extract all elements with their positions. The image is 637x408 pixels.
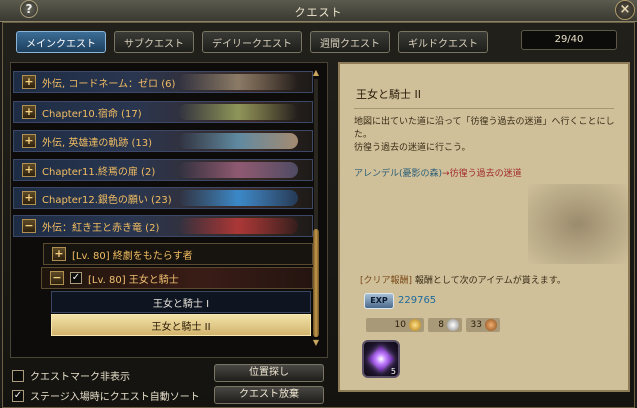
exp-icon: EXP [364,293,394,309]
subgroup-label: [Lv. 80] 終劇をもたらす者 [72,250,193,262]
silver-amount: 8 [428,318,462,332]
map-thumbnail [528,184,628,264]
auto-sort-option[interactable]: ✓ ステージ入場時にクエスト自動ソート [12,388,200,403]
description-line: 彷徨う過去の迷道に行こう。 [354,143,471,153]
tab-daily-quest[interactable]: デイリークエスト [202,31,302,53]
subgroup-label: [Lv. 80] 王女と騎士 [88,274,179,286]
abandon-quest-button[interactable]: クエスト放棄 [214,386,324,404]
exp-value: 229765 [398,295,437,306]
quest-detail-panel: 王女と騎士 II 地図に出ていた道に沿って「彷徨う過去の迷道」へ行くことにした。… [338,62,630,392]
silver-coin-icon [447,319,459,331]
expand-icon[interactable]: + [22,163,36,177]
gold-amount: 10 [366,318,424,332]
tab-sub-quest[interactable]: サブクエスト [114,31,194,53]
list-scrollbar[interactable]: ▲ ▼ [311,69,321,349]
quest-counter: 29/40 [521,30,617,50]
gold-value: 10 [394,320,406,330]
quest-list: + 外伝, コードネーム：ゼロ (6) + Chapter10.宿命 (17) … [10,62,328,358]
category-label: Chapter11.終焉の扉 (2) [42,166,156,178]
silver-value: 8 [438,320,444,330]
quest-item-selected[interactable]: 王女と騎士 II [51,314,311,336]
category-banner-art [178,74,298,90]
category-banner-art [178,104,298,120]
reward-text: 報酬として次のアイテムが貰えます。 [412,276,566,286]
copper-coin-icon [485,319,497,331]
route-from[interactable]: アレンデル(憂影の森) [354,169,442,179]
window-title-bar: ? クエスト × [0,0,637,22]
auto-sort-checkbox[interactable]: ✓ [12,389,24,402]
category-label: 外伝：紅き王と赤き竜 (2) [42,222,160,234]
expand-icon[interactable]: + [52,247,66,261]
reward-note: [クリア報酬] 報酬として次のアイテムが貰えます。 [360,273,566,286]
expand-icon[interactable]: + [22,75,36,89]
scroll-down-icon[interactable]: ▼ [311,339,321,347]
divider [354,108,614,109]
track-checkbox[interactable]: ✓ [70,272,82,284]
category-label: 外伝, コードネーム：ゼロ (6) [42,78,176,90]
category-row[interactable]: + Chapter12.銀色の願い (23) [13,187,313,209]
close-button[interactable]: × [615,0,635,20]
subgroup-row[interactable]: + [Lv. 80] 終劇をもたらす者 [43,243,313,265]
subgroup-row[interactable]: − ✓ [Lv. 80] 王女と騎士 [41,267,313,289]
tab-weekly-quest[interactable]: 週間クエスト [310,31,390,53]
tab-main-quest[interactable]: メインクエスト [16,31,106,53]
coin-reward: 10 8 33 [366,318,500,332]
gem-icon [368,346,394,372]
auto-sort-label: ステージ入場時にクエスト自動ソート [30,392,200,403]
window-title: クエスト [294,6,343,19]
route-info: アレンデル(憂影の森)→彷徨う過去の迷道 [354,166,522,179]
scroll-up-icon[interactable]: ▲ [311,69,321,77]
category-banner-art [178,133,298,149]
expand-icon[interactable]: + [22,105,36,119]
tab-guild-quest[interactable]: ギルドクエスト [398,31,488,53]
category-label: Chapter12.銀色の願い (23) [42,194,172,206]
copper-amount: 33 [466,318,500,332]
gold-coin-icon [409,319,421,331]
scroll-track[interactable] [313,79,319,337]
detail-title: 王女と騎士 II [356,88,421,101]
expand-icon[interactable]: + [22,134,36,148]
quest-item[interactable]: 王女と騎士 I [51,291,311,313]
hide-quest-mark-option[interactable]: クエストマーク非表示 [12,368,130,383]
category-banner-art [178,162,298,178]
category-row[interactable]: + Chapter11.終焉の扉 (2) [13,159,313,181]
collapse-icon[interactable]: − [50,271,64,285]
category-row[interactable]: + 外伝, 英雄達の軌跡 (13) [13,130,313,152]
route-to[interactable]: 彷徨う過去の迷道 [450,169,522,179]
category-label: Chapter10.宿命 (17) [42,108,142,120]
hide-quest-mark-label: クエストマーク非表示 [30,372,130,383]
route-arrow: → [442,169,450,179]
hide-quest-mark-checkbox[interactable] [12,369,24,382]
category-banner-art [178,218,298,234]
category-label: 外伝, 英雄達の軌跡 (13) [42,137,153,149]
quest-description: 地図に出ていた道に沿って「彷徨う過去の迷道」へ行くことにした。 彷徨う過去の迷道… [354,116,616,155]
quest-tabs: メインクエスト サブクエスト デイリークエスト 週間クエスト ギルドクエスト [16,31,488,53]
category-row[interactable]: − 外伝：紅き王と赤き竜 (2) [13,215,313,237]
category-row[interactable]: + 外伝, コードネーム：ゼロ (6) [13,71,313,93]
reward-item-slot[interactable]: 5 [362,340,400,378]
category-row[interactable]: + Chapter10.宿命 (17) [13,101,313,123]
expand-icon[interactable]: + [22,191,36,205]
scroll-thumb[interactable] [313,229,319,337]
reward-tag: [クリア報酬] [360,276,413,286]
category-banner-art [178,190,298,206]
locate-button[interactable]: 位置探し [214,364,324,382]
description-line: 地図に出ていた道に沿って「彷徨う過去の迷道」へ行くことにした。 [354,117,615,140]
copper-value: 33 [470,320,482,330]
item-count: 5 [390,367,396,376]
collapse-icon[interactable]: − [22,219,36,233]
